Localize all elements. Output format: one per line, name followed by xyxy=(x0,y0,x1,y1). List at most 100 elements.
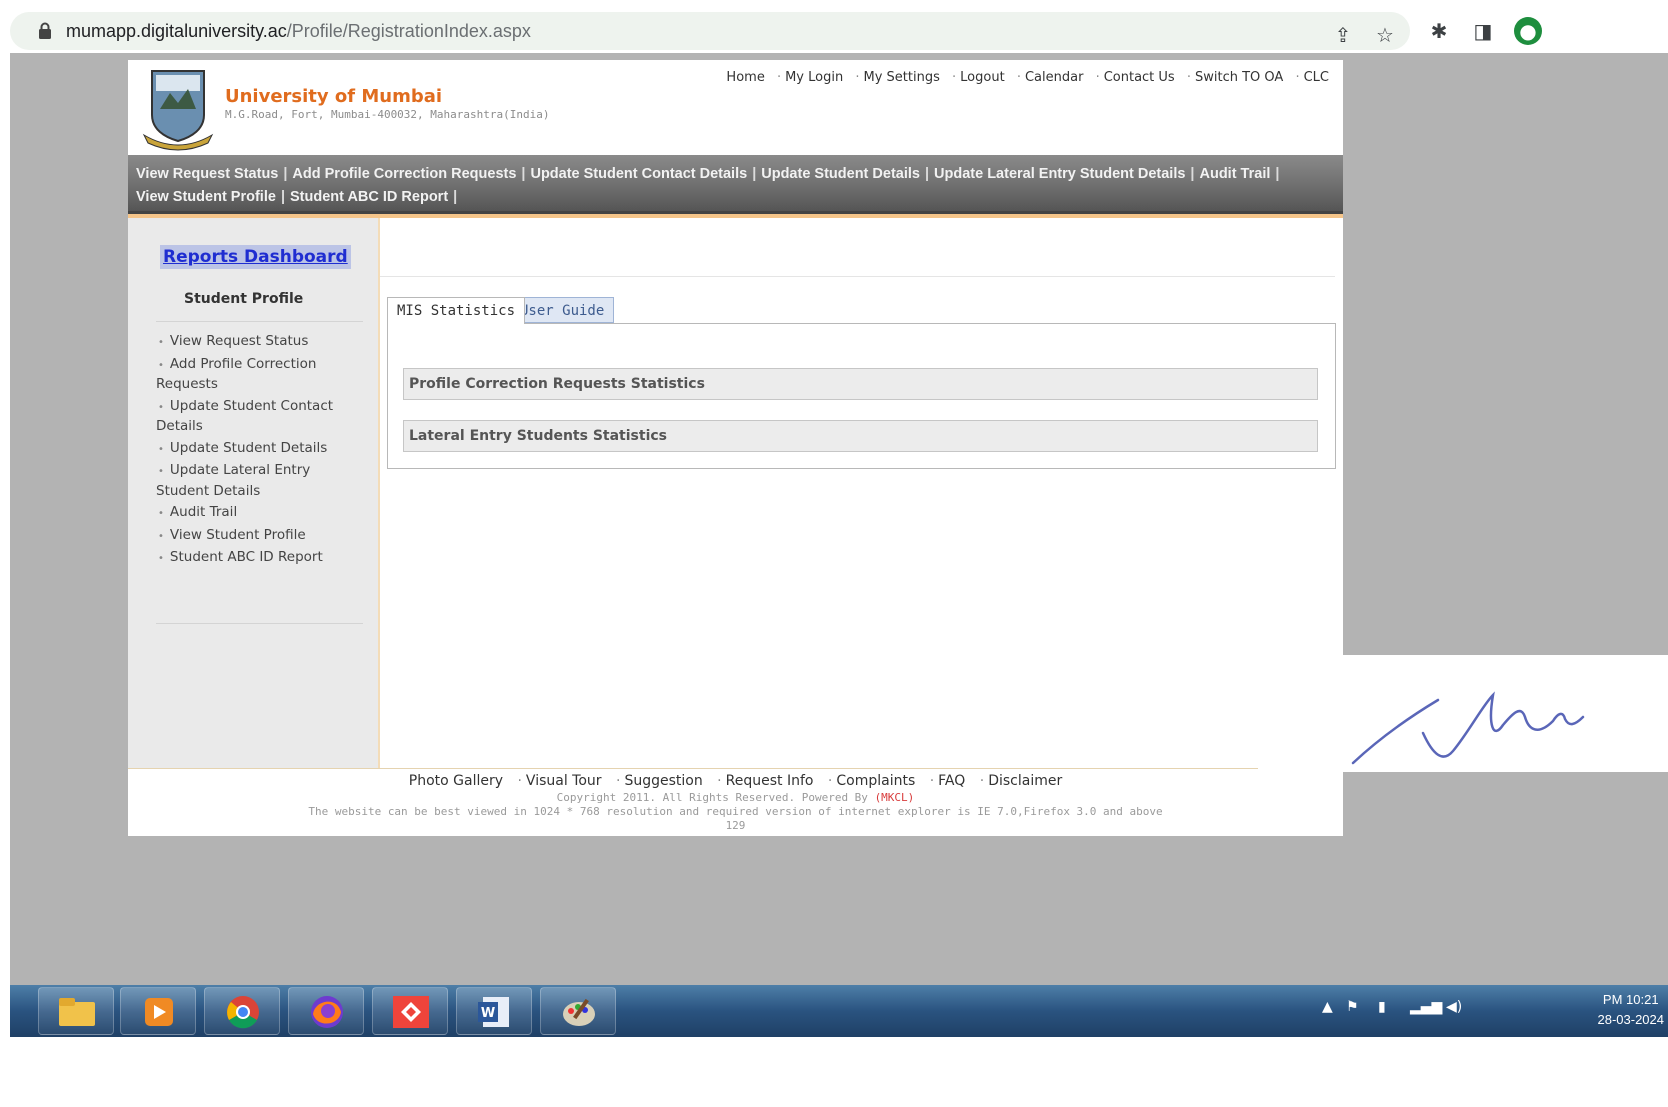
sidebar-item-student-abc-id-report[interactable]: • Student ABC ID Report xyxy=(156,548,356,569)
sidebar-item-update-contact-details[interactable]: • Update Student Contact Details xyxy=(156,397,356,437)
sidebar-item-label: View Request Status xyxy=(169,333,309,349)
url-text[interactable]: mumapp.digitaluniversity.ac/Profile/Regi… xyxy=(66,21,531,42)
sidebar-menu: • View Request Status • Add Profile Correc… xyxy=(156,332,356,571)
top-link-clc[interactable]: CLC xyxy=(1304,70,1329,85)
taskbar-app[interactable] xyxy=(372,987,448,1035)
footer-link-photo-gallery[interactable]: Photo Gallery xyxy=(409,773,503,789)
taskbar-app[interactable] xyxy=(38,987,114,1035)
main-content: MIS Statistics User Guide Profile Correc… xyxy=(380,218,1343,768)
profile-icon[interactable]: ● xyxy=(1514,17,1542,45)
resolution-note: The website can be best viewed in 1024 *… xyxy=(308,805,1163,818)
top-links: Home · My Login · My Settings · Logout · Cal… xyxy=(726,70,1329,85)
sidebar-item-view-request-status[interactable]: • View Request Status xyxy=(156,332,356,353)
top-link-contact-us[interactable]: Contact Us xyxy=(1104,70,1175,85)
nav-view-request-status[interactable]: View Request Status xyxy=(136,166,278,182)
footer-link-disclaimer[interactable]: Disclaimer xyxy=(988,773,1062,789)
file-explorer-icon xyxy=(59,998,95,1026)
copyright-line: Copyright 2011. All Rights Reserved. Pow… xyxy=(128,791,1343,804)
footer-link-complaints[interactable]: Complaints xyxy=(836,773,915,789)
site-header: University of Mumbai M.G.Road, Fort, Mum… xyxy=(128,60,1343,151)
mkcl-link[interactable]: (MKCL) xyxy=(875,791,915,804)
bullet-icon: • xyxy=(158,443,164,455)
footer-link-visual-tour[interactable]: Visual Tour xyxy=(526,773,602,789)
sidebar-item-view-student-profile[interactable]: • View Student Profile xyxy=(156,526,356,547)
taskbar-app[interactable]: W xyxy=(456,987,532,1035)
taskbar-app[interactable] xyxy=(540,987,616,1035)
tab-mis-statistics[interactable]: MIS Statistics xyxy=(387,297,526,324)
bullet: · xyxy=(952,70,957,85)
sidepanel-icon[interactable]: ◨ xyxy=(1472,20,1494,42)
taskbar-app[interactable] xyxy=(120,987,196,1035)
taskbar-app[interactable] xyxy=(288,987,364,1035)
taskbar-app[interactable] xyxy=(204,987,280,1035)
nav-student-abc-id-report[interactable]: Student ABC ID Report xyxy=(290,189,448,205)
footer-link-faq[interactable]: FAQ xyxy=(938,773,965,789)
handwritten-signature xyxy=(1343,655,1668,772)
footer-links: Photo Gallery · Visual Tour · Suggestion ·… xyxy=(128,773,1343,789)
footer-link-suggestion[interactable]: Suggestion xyxy=(624,773,702,789)
visitor-counter: 129 xyxy=(725,819,746,832)
sidebar-item-update-student-details[interactable]: • Update Student Details xyxy=(156,439,356,460)
bullet-icon: • xyxy=(158,466,164,477)
footer-link-request-info[interactable]: Request Info xyxy=(726,773,814,789)
nav-separator: | xyxy=(283,166,288,182)
top-link-switch-to-oa[interactable]: Switch TO OA xyxy=(1195,70,1283,85)
sidebar-item-add-profile-correction[interactable]: • Add Profile Correction Requests xyxy=(156,355,356,395)
bullet: · xyxy=(717,773,722,789)
nav-update-student-details[interactable]: Update Student Details xyxy=(761,166,920,182)
top-link-my-login[interactable]: My Login xyxy=(785,70,843,85)
bullet-icon: • xyxy=(158,553,164,564)
bullet: · xyxy=(929,773,935,789)
profile-correction-statistics-panel[interactable]: Profile Correction Requests Statistics xyxy=(403,368,1318,400)
top-link-home[interactable]: Home xyxy=(726,70,764,85)
nav-view-student-profile[interactable]: View Student Profile xyxy=(136,189,276,205)
star-icon[interactable]: ☆ xyxy=(1374,24,1396,46)
university-name: University of Mumbai xyxy=(225,86,443,107)
main-navbar: View Request Status | Add Profile Correcti… xyxy=(128,155,1343,214)
tab-user-guide[interactable]: User Guide xyxy=(510,297,615,323)
anydesk-icon xyxy=(393,996,429,1028)
nav-update-contact-details[interactable]: Update Student Contact Details xyxy=(530,166,747,182)
nav-audit-trail[interactable]: Audit Trail xyxy=(1199,166,1270,182)
bullet-icon: • xyxy=(158,530,164,542)
nav-separator: | xyxy=(280,189,285,205)
sidebar-item-label: Add Profile Correction Requests xyxy=(156,355,317,393)
nav-separator: | xyxy=(521,166,526,182)
nav-update-lateral-entry[interactable]: Update Lateral Entry Student Details xyxy=(934,166,1185,182)
lateral-entry-statistics-panel[interactable]: Lateral Entry Students Statistics xyxy=(403,420,1318,452)
bullet-icon: • xyxy=(158,401,164,413)
show-hidden-icons[interactable]: ▲ xyxy=(1322,999,1333,1015)
power-icon[interactable]: ▮ xyxy=(1378,999,1386,1015)
sidebar: Reports Dashboard Student Profile • View … xyxy=(128,218,380,768)
top-link-calendar[interactable]: Calendar xyxy=(1025,70,1083,85)
signature-stroke xyxy=(1351,691,1585,765)
reports-dashboard-link[interactable]: Reports Dashboard xyxy=(160,245,351,269)
sidebar-item-audit-trail[interactable]: • Audit Trail xyxy=(156,503,356,524)
network-signal-icon[interactable]: ▂▄▆ xyxy=(1410,999,1442,1015)
screen-bottom-margin xyxy=(0,1037,1668,1107)
bullet: · xyxy=(979,773,985,789)
svg-text:W: W xyxy=(481,1006,495,1021)
bullet: · xyxy=(517,773,522,789)
firefox-icon xyxy=(311,996,343,1028)
bullet: · xyxy=(855,70,860,85)
system-clock[interactable]: PM 10:21 28-03-2024 xyxy=(1598,990,1665,1030)
lock-icon xyxy=(39,22,51,39)
chrome-icon xyxy=(227,996,259,1029)
bullet: · xyxy=(1016,70,1021,85)
nav-add-profile-correction[interactable]: Add Profile Correction Requests xyxy=(292,166,516,182)
divider xyxy=(156,321,363,322)
word-icon: W xyxy=(478,997,509,1027)
extensions-icon[interactable]: ✱ xyxy=(1428,20,1450,42)
sidebar-item-label: View Student Profile xyxy=(169,526,306,543)
action-center-flag-icon[interactable]: ⚑ xyxy=(1346,999,1359,1015)
clock-date: 28-03-2024 xyxy=(1597,1012,1665,1027)
bullet-icon: • xyxy=(158,359,164,371)
sidebar-item-update-lateral-entry[interactable]: • Update Lateral Entry Student Details xyxy=(156,461,356,501)
address-bar[interactable]: mumapp.digitaluniversity.ac/Profile/Regi… xyxy=(10,12,1410,50)
top-link-logout[interactable]: Logout xyxy=(960,70,1005,85)
volume-icon[interactable]: ◀) xyxy=(1446,999,1462,1015)
share-icon[interactable]: ⇪ xyxy=(1332,24,1354,46)
top-link-my-settings[interactable]: My Settings xyxy=(864,70,940,85)
bullet: · xyxy=(1186,70,1191,85)
